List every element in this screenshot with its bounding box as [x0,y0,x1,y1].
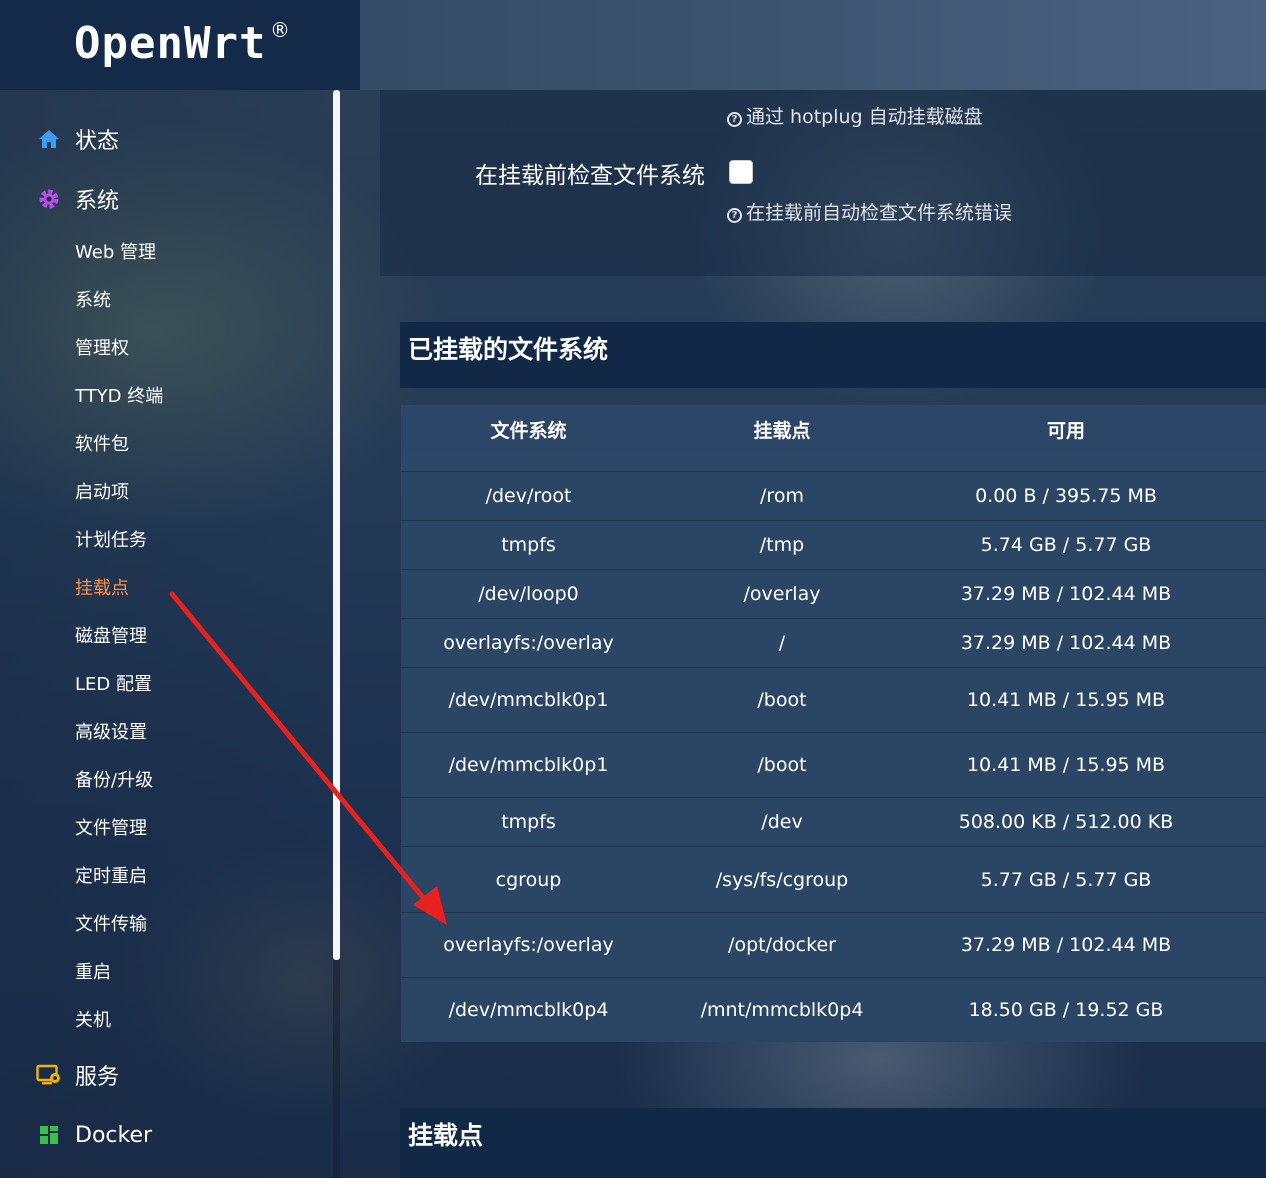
nav-services-label: 服务 [75,1065,120,1090]
table-header-spacer [401,453,1266,471]
col-filesystem: 文件系统 [490,419,567,442]
cell-filesystem: /dev/mmcblk0p1 [448,689,609,711]
sidebar-scrollbar-track[interactable] [333,960,340,1178]
table-row: tmpfs /dev 508.00 KB / 512.00 KB [401,797,1266,846]
sidebar-item-scheduled-reboot[interactable]: 定时重启 [75,862,147,892]
help-icon: ? [727,112,742,127]
sidebar-item-system[interactable]: 系统 [75,286,111,316]
sidebar-item-packages[interactable]: 软件包 [75,430,129,460]
table-row: /dev/root /rom 0.00 B / 395.75 MB [401,471,1266,520]
cell-available: 37.29 MB / 102.44 MB [960,934,1172,956]
sidebar-item-file-transfer[interactable]: 文件传输 [75,910,147,940]
cell-available: 0.00 B / 395.75 MB [975,485,1157,507]
cell-available: 10.41 MB / 15.95 MB [966,689,1166,711]
nav-status[interactable]: 状态 [36,119,119,159]
table-row: overlayfs:/overlay / 37.29 MB / 102.44 M… [401,618,1266,667]
cell-filesystem: /dev/mmcblk0p1 [448,754,609,776]
cell-filesystem: overlayfs:/overlay [443,632,614,654]
brand-name: OpenWrt [74,18,267,69]
nav-system[interactable]: 系统 [36,179,119,219]
mounted-fs-table: 文件系统 挂载点 可用 /dev/root /rom 0.00 B / 395.… [401,405,1266,1042]
cell-available: 37.29 MB / 102.44 MB [960,583,1172,605]
cell-filesystem: /dev/mmcblk0p4 [448,999,609,1021]
docker-grid-icon [36,1122,62,1148]
cell-filesystem: /dev/loop0 [478,583,579,605]
sidebar-scrollbar-thumb[interactable] [333,90,340,960]
services-icon [36,1062,62,1088]
sidebar-item-ttyd[interactable]: TTYD 终端 [75,382,163,412]
brand-registered-mark: ® [270,18,290,42]
sidebar [0,90,336,1178]
cell-available: 508.00 KB / 512.00 KB [958,811,1174,833]
cell-filesystem: cgroup [495,868,562,891]
cell-filesystem: tmpfs [501,534,556,556]
sidebar-item-file-manager[interactable]: 文件管理 [75,814,147,844]
sidebar-item-advanced[interactable]: 高级设置 [75,718,147,748]
mountpoints-title: 挂载点 [400,1108,1266,1178]
nav-services[interactable]: 服务 [36,1055,119,1095]
cell-mountpoint: /opt/docker [728,934,836,956]
nav-docker[interactable]: Docker [36,1115,152,1155]
check-fs-checkbox[interactable] [729,160,753,184]
cell-filesystem: /dev/root [485,485,572,507]
check-fs-hint: ? 在挂载前自动检查文件系统错误 [727,198,1012,225]
sidebar-item-web-admin[interactable]: Web 管理 [75,238,156,268]
check-fs-label: 在挂载前检查文件系统 [475,163,705,189]
sidebar-item-admin[interactable]: 管理权 [75,334,129,364]
cell-mountpoint: /tmp [759,534,805,556]
col-mountpoint: 挂载点 [753,419,811,442]
nav-status-label: 状态 [75,129,120,154]
cell-available: 5.77 GB / 5.77 GB [980,868,1152,891]
sidebar-item-shutdown[interactable]: 关机 [75,1006,111,1036]
sidebar-item-backup[interactable]: 备份/升级 [75,766,153,796]
cell-mountpoint: /sys/fs/cgroup [715,868,849,891]
sidebar-item-reboot[interactable]: 重启 [75,958,111,988]
table-row: /dev/mmcblk0p1 /boot 10.41 MB / 15.95 MB [401,667,1266,732]
cell-mountpoint: / [778,632,786,654]
cell-mountpoint: /boot [757,689,807,711]
cell-available: 18.50 GB / 19.52 GB [968,999,1164,1021]
sidebar-item-disk-manager[interactable]: 磁盘管理 [75,622,147,652]
brand-logo[interactable]: OpenWrt ® [0,0,360,90]
mounted-fs-title: 已挂载的文件系统 [400,322,1266,388]
table-row: overlayfs:/overlay /opt/docker 37.29 MB … [401,912,1266,977]
help-icon: ? [727,208,742,223]
cell-mountpoint: /mnt/mmcblk0p4 [700,999,864,1021]
table-row: /dev/mmcblk0p4 /mnt/mmcblk0p4 18.50 GB /… [401,977,1266,1042]
cell-mountpoint: /rom [760,485,804,507]
table-row: cgroup /sys/fs/cgroup 5.77 GB / 5.77 GB [401,846,1266,912]
nav-docker-label: Docker [75,1122,153,1148]
table-row: /dev/mmcblk0p1 /boot 10.41 MB / 15.95 MB [401,732,1266,797]
home-icon [36,126,62,152]
cell-available: 5.74 GB / 5.77 GB [980,534,1152,556]
cell-filesystem: tmpfs [501,811,556,833]
cell-available: 37.29 MB / 102.44 MB [960,632,1172,654]
cell-mountpoint: /dev [761,811,803,833]
cell-filesystem: overlayfs:/overlay [443,934,614,956]
table-row: /dev/loop0 /overlay 37.29 MB / 102.44 MB [401,569,1266,618]
sidebar-item-startup[interactable]: 启动项 [75,478,129,508]
sidebar-item-crontab[interactable]: 计划任务 [75,526,147,556]
hotplug-hint: ? 通过 hotplug 自动挂载磁盘 [727,102,983,129]
cell-mountpoint: /overlay [743,583,821,605]
nav-system-label: 系统 [75,189,120,214]
cell-mountpoint: /boot [757,754,807,776]
sidebar-item-led[interactable]: LED 配置 [75,670,152,700]
cell-available: 10.41 MB / 15.95 MB [966,754,1166,776]
gear-icon [36,186,62,212]
table-header-row: 文件系统 挂载点 可用 [401,405,1266,453]
table-row: tmpfs /tmp 5.74 GB / 5.77 GB [401,520,1266,569]
col-available: 可用 [1046,419,1085,442]
sidebar-item-mountpoints[interactable]: 挂载点 [75,574,129,604]
